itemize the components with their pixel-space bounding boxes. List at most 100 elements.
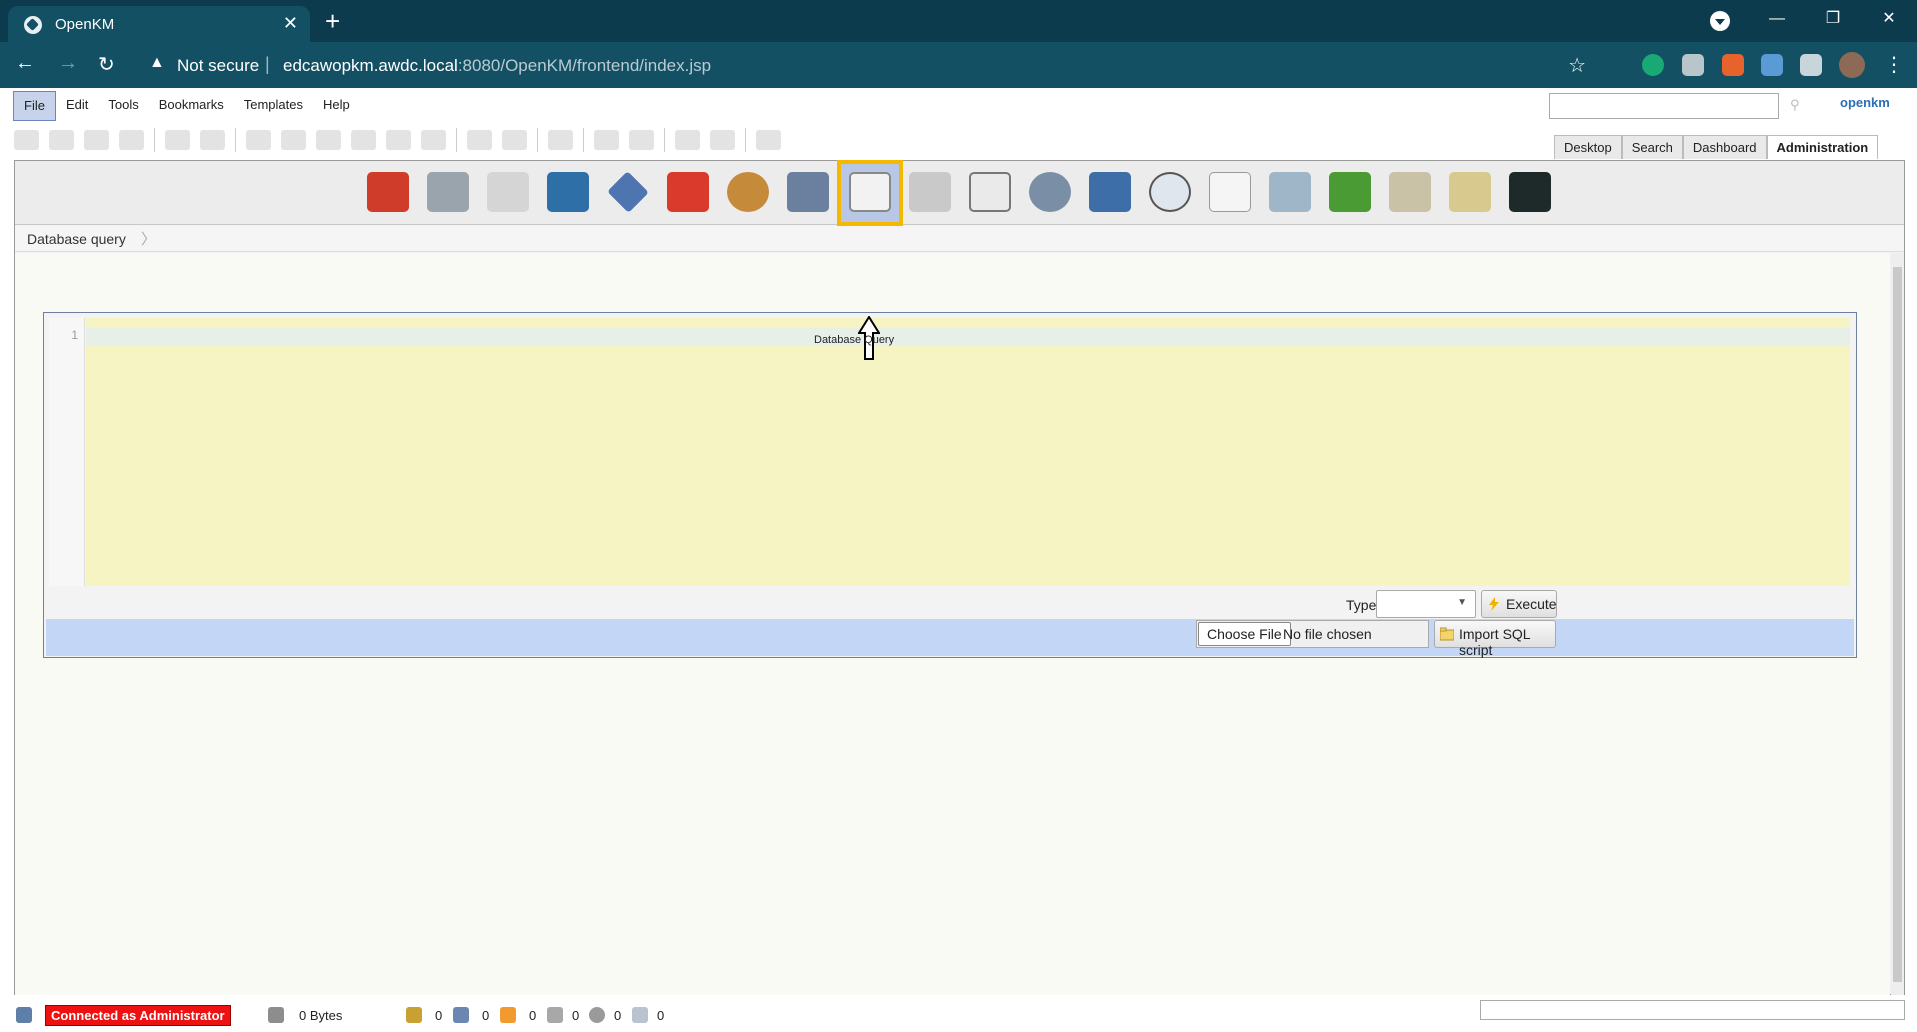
menu-bar: File Edit Tools Bookmarks Templates Help <box>13 91 360 121</box>
grammarly-icon[interactable] <box>1642 54 1664 76</box>
menu-templates[interactable]: Templates <box>234 91 313 121</box>
terminal-icon[interactable] <box>1509 172 1551 212</box>
proposals-icon[interactable] <box>632 1007 648 1023</box>
filter-icon[interactable] <box>1269 172 1311 212</box>
extensions-icon[interactable] <box>1800 54 1822 76</box>
menu-edit[interactable]: Edit <box>56 91 98 121</box>
tab-administration[interactable]: Administration <box>1766 135 1879 159</box>
file-input[interactable]: Choose File No file chosen <box>1196 620 1429 648</box>
import-folder-icon[interactable] <box>1389 172 1431 212</box>
toolbar-splitter-icon[interactable] <box>756 130 781 150</box>
new-tab-button[interactable]: + <box>325 6 340 37</box>
search-doc-icon[interactable] <box>487 172 529 212</box>
execute-button[interactable]: Execute <box>1481 590 1557 618</box>
office-icon[interactable] <box>1722 54 1744 76</box>
toolbar-refresh-icon[interactable] <box>675 130 700 150</box>
diamond-icon[interactable] <box>607 171 649 213</box>
vertical-scrollbar[interactable] <box>1891 253 1904 995</box>
gear-icon[interactable] <box>1029 172 1071 212</box>
search-icon[interactable]: ⚲ <box>1790 97 1800 113</box>
administration-panel: Database query 〉 1 Type Execute Cho <box>14 160 1905 995</box>
toolbar-print-icon[interactable] <box>119 130 144 150</box>
locked-icon[interactable] <box>406 1007 422 1023</box>
toolbar-folder-icon[interactable] <box>14 130 39 150</box>
back-icon[interactable]: ← <box>15 52 35 75</box>
reports-icon[interactable] <box>787 172 829 212</box>
choose-file-button[interactable]: Choose File <box>1198 622 1291 646</box>
messages-icon[interactable] <box>500 1007 516 1023</box>
tab-dashboard[interactable]: Dashboard <box>1682 135 1767 159</box>
type-label: Type <box>1346 597 1377 613</box>
subscriptions-icon[interactable] <box>547 1007 563 1023</box>
tab-desktop[interactable]: Desktop <box>1554 135 1622 159</box>
minimize-button[interactable]: — <box>1749 0 1805 42</box>
database-query-icon[interactable] <box>849 172 891 212</box>
toolbar-remove-icon[interactable] <box>502 130 527 150</box>
url-separator: | <box>265 54 270 74</box>
scripting-icon[interactable] <box>909 172 951 212</box>
green-folder-icon[interactable] <box>1329 172 1371 212</box>
quick-search-input[interactable] <box>1549 93 1779 119</box>
toolbar-subscribe-icon[interactable] <box>594 130 619 150</box>
toolbar-cancel-icon[interactable] <box>386 130 411 150</box>
calendar-icon[interactable] <box>969 172 1011 212</box>
connected-status: Connected as Administrator <box>45 1005 231 1026</box>
checkout-count: 0 <box>482 1008 490 1023</box>
users-icon[interactable] <box>727 172 769 212</box>
toolbar-workflow-icon[interactable] <box>548 130 573 150</box>
forward-icon[interactable]: → <box>58 52 78 75</box>
menu-tools[interactable]: Tools <box>98 91 148 121</box>
toolbar-home-icon[interactable] <box>710 130 735 150</box>
tab-title: OpenKM <box>55 16 115 33</box>
tab-search[interactable]: Search <box>1621 135 1683 159</box>
toolbar-doc-icon[interactable] <box>49 130 74 150</box>
window-controls: — ❐ ✕ <box>1749 0 1917 42</box>
admin-content: 1 Type Execute Choose File No file chose… <box>15 253 1890 995</box>
browser-tab[interactable]: OpenKM ✕ <box>8 6 310 42</box>
toolbar-pdf-icon[interactable] <box>84 130 109 150</box>
toolbar-add-icon[interactable] <box>246 130 271 150</box>
toolbar-unlock-icon[interactable] <box>200 130 225 150</box>
toolbar-property-icon[interactable] <box>467 130 492 150</box>
menu-help[interactable]: Help <box>313 91 360 121</box>
toolbar-unsubscribe-icon[interactable] <box>629 130 654 150</box>
camera-icon[interactable] <box>1682 54 1704 76</box>
workflow-icon[interactable] <box>589 1007 605 1023</box>
toolbar-checkout-icon[interactable] <box>351 130 376 150</box>
restore-button[interactable]: ❐ <box>1805 0 1861 42</box>
editor-gutter: 1 <box>49 318 85 586</box>
url-field[interactable]: ▲ Not secure | edcawopkm.awdc.local:8080… <box>135 48 1600 82</box>
toolbar-delete-icon[interactable] <box>421 130 446 150</box>
tab-search-icon[interactable] <box>1710 11 1730 31</box>
clock-icon[interactable] <box>1149 172 1191 212</box>
scissors-icon[interactable] <box>667 172 709 212</box>
scrollbar-thumb[interactable] <box>1893 267 1902 982</box>
home-icon[interactable] <box>367 172 409 212</box>
status-input[interactable] <box>1480 1000 1905 1020</box>
toolbar-checkin-icon[interactable] <box>316 130 341 150</box>
tab-close-button[interactable]: ✕ <box>283 13 298 34</box>
toolbar-divider <box>235 128 236 152</box>
export-folder-icon[interactable] <box>1449 172 1491 212</box>
menu-kebab-icon[interactable]: ⋮ <box>1884 52 1904 77</box>
monitor-icon[interactable] <box>547 172 589 212</box>
tools-icon[interactable] <box>427 172 469 212</box>
toolbar-lock-icon[interactable] <box>165 130 190 150</box>
checkout-icon[interactable] <box>453 1007 469 1023</box>
stamps-icon[interactable] <box>1089 172 1131 212</box>
screen-capture-icon[interactable] <box>1761 54 1783 76</box>
sql-editor[interactable] <box>86 318 1850 586</box>
toolbar-edit-icon[interactable] <box>281 130 306 150</box>
list-icon[interactable] <box>1209 172 1251 212</box>
bookmark-star-icon[interactable]: ☆ <box>1568 53 1586 78</box>
type-select[interactable] <box>1376 590 1476 618</box>
menu-file[interactable]: File <box>13 91 56 121</box>
url-host: edcawopkm.awdc.local <box>283 56 458 75</box>
menu-bookmarks[interactable]: Bookmarks <box>149 91 234 121</box>
openkm-favicon-icon <box>24 16 42 34</box>
close-window-button[interactable]: ✕ <box>1861 0 1917 42</box>
import-sql-button[interactable]: Import SQL script <box>1434 620 1556 658</box>
profile-avatar[interactable] <box>1839 52 1865 78</box>
toolbar-divider <box>664 128 665 152</box>
reload-icon[interactable]: ↻ <box>98 52 115 77</box>
